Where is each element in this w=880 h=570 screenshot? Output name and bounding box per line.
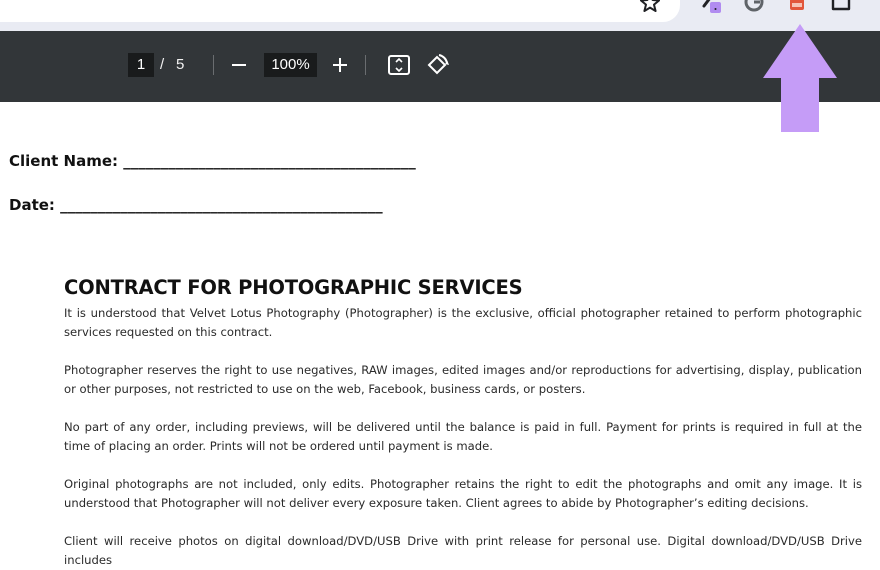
document-title: CONTRACT FOR PHOTOGRAPHIC SERVICES	[64, 276, 523, 299]
bookmark-star-icon[interactable]	[638, 0, 662, 15]
paragraph: No part of any order, including previews…	[64, 420, 862, 453]
pointer-arrow-annotation	[763, 24, 837, 132]
pdf-extension-icon[interactable]	[786, 0, 808, 16]
puzzle-extensions-icon[interactable]	[830, 0, 852, 16]
paragraph: Photographer reserves the right to use n…	[64, 363, 862, 396]
date-field: Date: __________________________________…	[9, 196, 383, 214]
client-name-field: Client Name: ___________________________…	[9, 152, 416, 170]
page-separator: /	[160, 56, 165, 73]
browser-top-bar	[0, 0, 880, 31]
rotate-icon[interactable]	[424, 52, 450, 78]
toolbar-divider	[213, 55, 214, 75]
toolbar-divider	[365, 55, 366, 75]
extension-pin-icon[interactable]	[700, 0, 722, 16]
page-number-input[interactable]: 1	[128, 53, 154, 77]
zoom-in-icon[interactable]	[329, 53, 351, 77]
address-bar[interactable]	[0, 0, 680, 22]
paragraph: Client will receive photos on digital do…	[64, 534, 862, 567]
zoom-input[interactable]: 100%	[264, 53, 317, 77]
paragraph: Original photographs are not included, o…	[64, 477, 862, 510]
grammarly-icon[interactable]	[743, 0, 765, 16]
paragraph: It is understood that Velvet Lotus Photo…	[64, 306, 862, 339]
zoom-out-icon[interactable]	[228, 53, 250, 77]
fit-to-page-icon[interactable]	[387, 53, 411, 77]
total-pages: 5	[176, 56, 185, 73]
pdf-toolbar: 1 / 5 100%	[0, 31, 880, 102]
